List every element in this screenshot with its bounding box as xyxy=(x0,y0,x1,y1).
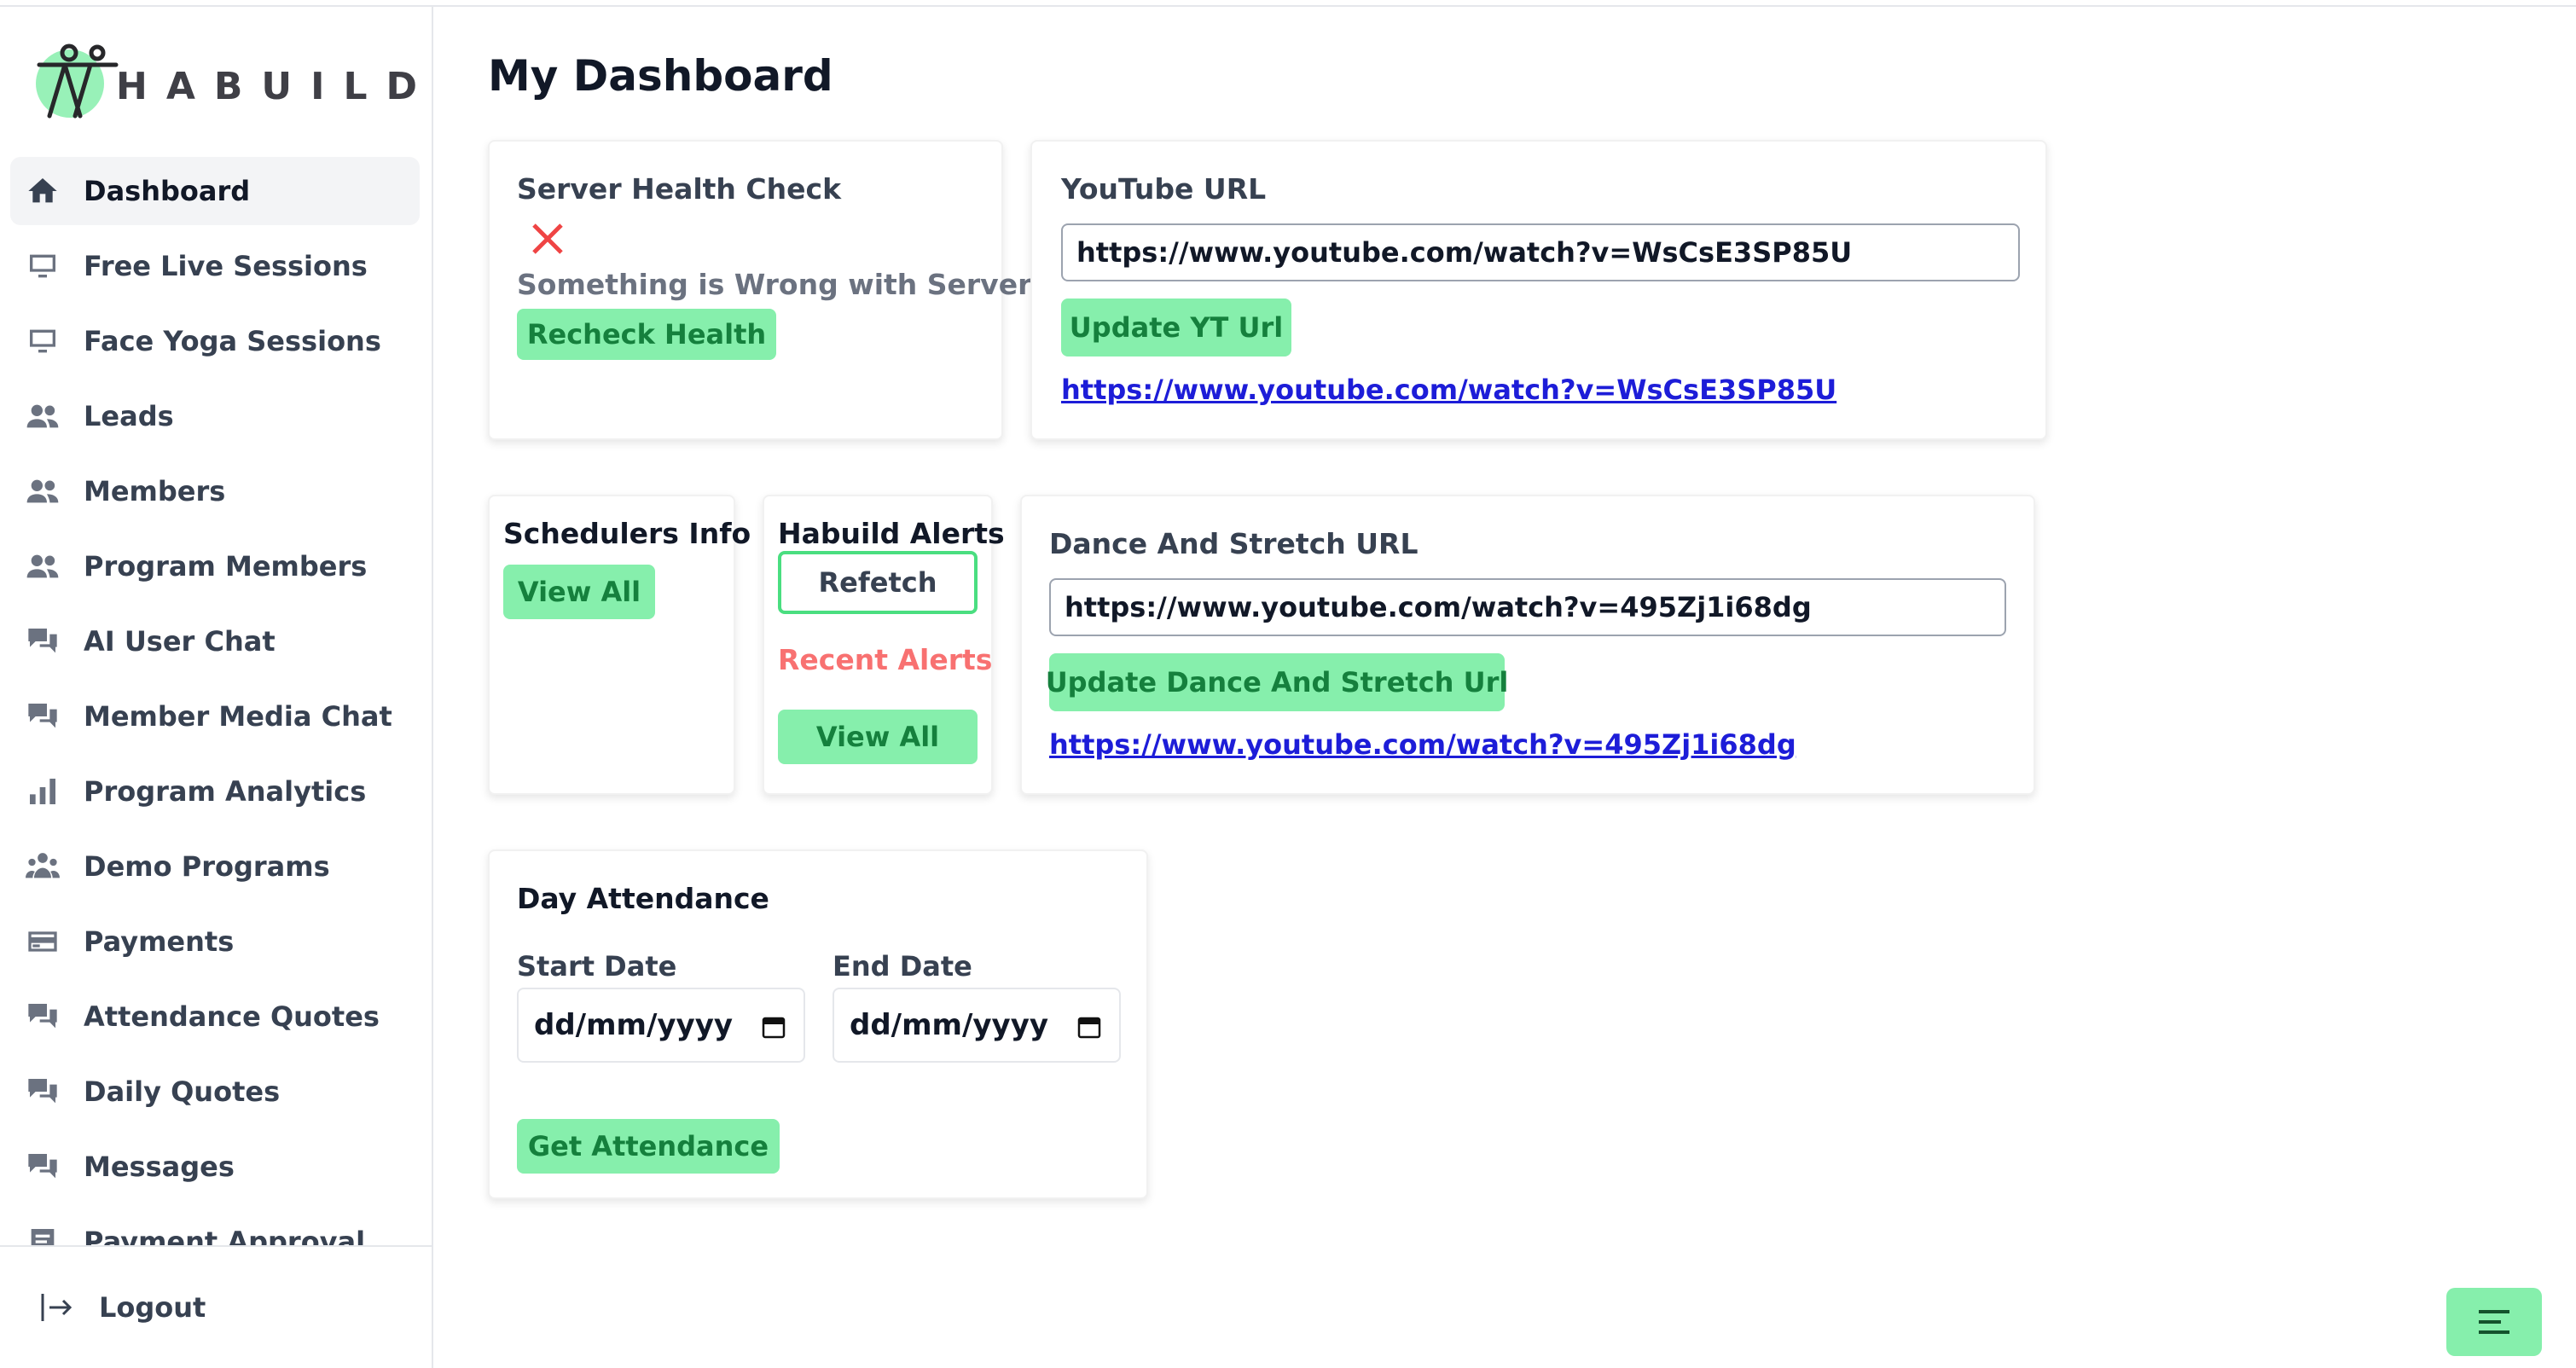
habuild-alerts-title: Habuild Alerts xyxy=(778,517,1005,550)
sidebar-item-face-yoga-sessions[interactable]: Face Yoga Sessions xyxy=(10,307,420,375)
sidebar-item-label: Free Live Sessions xyxy=(84,250,368,282)
youtube-url-input[interactable]: https://www.youtube.com/watch?v=WsCsE3SP… xyxy=(1061,223,2020,281)
sidebar-item-members[interactable]: Members xyxy=(10,457,420,525)
calendar-icon[interactable] xyxy=(761,1013,786,1039)
schedulers-view-all-button[interactable]: View All xyxy=(503,565,655,619)
sidebar-item-label: Demo Programs xyxy=(84,850,330,883)
refetch-alerts-button[interactable]: Refetch xyxy=(778,551,978,614)
sidebar: HABUILD Dashboard Free Live Sessions Fac… xyxy=(0,7,433,1368)
sidebar-item-attendance-quotes[interactable]: Attendance Quotes xyxy=(10,983,420,1051)
schedulers-info-card: Schedulers Info View All xyxy=(488,495,751,795)
sidebar-item-program-analytics[interactable]: Program Analytics xyxy=(10,757,420,826)
credit-card-icon xyxy=(26,925,60,959)
sidebar-item-member-media-chat[interactable]: Member Media Chat xyxy=(10,682,420,751)
logout-label: Logout xyxy=(99,1291,206,1324)
day-attendance-title: Day Attendance xyxy=(517,882,769,915)
home-icon xyxy=(26,174,60,208)
update-dance-stretch-url-button[interactable]: Update Dance And Stretch Url xyxy=(1046,653,1508,711)
sidebar-item-label: Messages xyxy=(84,1151,235,1183)
sidebar-item-label: Members xyxy=(84,475,226,507)
sidebar-item-label: Program Analytics xyxy=(84,775,367,808)
bar-chart-icon xyxy=(26,774,60,809)
end-date-placeholder: dd/mm/yyyy xyxy=(850,1008,1049,1042)
sidebar-item-label: Member Media Chat xyxy=(84,700,392,733)
sidebar-item-label: AI User Chat xyxy=(84,625,276,658)
get-attendance-button[interactable]: Get Attendance xyxy=(517,1119,780,1174)
page-title: My Dashboard xyxy=(488,51,833,101)
sidebar-nav: Dashboard Free Live Sessions Face Yoga S… xyxy=(10,157,420,1257)
users-icon xyxy=(26,549,60,583)
dance-stretch-url-link[interactable]: https://www.youtube.com/watch?v=495Zj1i6… xyxy=(1049,728,1796,761)
recent-alerts-label: Recent Alerts xyxy=(778,643,993,676)
sidebar-item-label: Program Members xyxy=(84,550,368,583)
server-error-message: Something is Wrong with Server! xyxy=(517,268,1045,301)
dance-stretch-url-title: Dance And Stretch URL xyxy=(1049,527,1419,560)
sidebar-item-payments[interactable]: Payments xyxy=(10,907,420,976)
server-health-card: Server Health Check Something is Wrong w… xyxy=(488,140,1044,440)
habuild-alerts-card: Habuild Alerts Refetch Recent Alerts Vie… xyxy=(763,495,1005,795)
chat-icon xyxy=(26,699,60,733)
sidebar-item-ai-user-chat[interactable]: AI User Chat xyxy=(10,607,420,675)
logout-button[interactable]: Logout xyxy=(0,1245,432,1368)
sidebar-item-free-live-sessions[interactable]: Free Live Sessions xyxy=(10,232,420,300)
end-date-input[interactable]: dd/mm/yyyy xyxy=(833,988,1121,1063)
start-date-placeholder: dd/mm/yyyy xyxy=(534,1008,734,1042)
sidebar-item-demo-programs[interactable]: Demo Programs xyxy=(10,832,420,901)
sidebar-item-daily-quotes[interactable]: Daily Quotes xyxy=(10,1058,420,1126)
chat-icon xyxy=(26,1000,60,1034)
sidebar-item-messages[interactable]: Messages xyxy=(10,1133,420,1201)
user-group-icon xyxy=(26,849,60,884)
sidebar-item-label: Payments xyxy=(84,925,235,958)
dance-stretch-url-input[interactable]: https://www.youtube.com/watch?v=495Zj1i6… xyxy=(1049,578,2006,636)
day-attendance-card: Day Attendance Start Date dd/mm/yyyy End… xyxy=(488,849,1148,1199)
app-root: HABUILD Dashboard Free Live Sessions Fac… xyxy=(0,0,2576,1368)
users-icon xyxy=(26,399,60,433)
server-health-title: Server Health Check xyxy=(517,172,842,206)
start-date-input[interactable]: dd/mm/yyyy xyxy=(517,988,805,1063)
users-icon xyxy=(26,474,60,508)
chat-icon xyxy=(26,624,60,658)
alerts-view-all-button[interactable]: View All xyxy=(778,710,978,764)
habuild-logo-icon xyxy=(37,43,119,119)
youtube-url-card: YouTube URL https://www.youtube.com/watc… xyxy=(1030,140,2047,440)
x-icon xyxy=(527,218,568,259)
sidebar-item-label: Leads xyxy=(84,400,174,432)
sidebar-item-label: Face Yoga Sessions xyxy=(84,325,381,357)
sidebar-item-program-members[interactable]: Program Members xyxy=(10,532,420,600)
update-yt-url-button[interactable]: Update YT Url xyxy=(1061,299,1291,356)
end-date-label: End Date xyxy=(833,950,972,983)
calendar-icon[interactable] xyxy=(1076,1013,1102,1039)
brand-logo[interactable]: HABUILD xyxy=(31,41,417,126)
dance-stretch-url-card: Dance And Stretch URL https://www.youtub… xyxy=(1020,495,2035,795)
floating-menu-button[interactable] xyxy=(2446,1288,2542,1356)
youtube-url-title: YouTube URL xyxy=(1061,172,1267,206)
sidebar-item-label: Daily Quotes xyxy=(84,1075,281,1108)
monitor-icon xyxy=(26,249,60,283)
start-date-label: Start Date xyxy=(517,950,677,983)
sidebar-item-label: Dashboard xyxy=(84,175,251,207)
recheck-health-button[interactable]: Recheck Health xyxy=(517,309,776,360)
chat-icon xyxy=(26,1150,60,1184)
sidebar-item-label: Attendance Quotes xyxy=(84,1000,380,1033)
monitor-icon xyxy=(26,324,60,358)
youtube-url-link[interactable]: https://www.youtube.com/watch?v=WsCsE3SP… xyxy=(1061,374,1836,406)
menu-lines-icon xyxy=(2479,1310,2509,1334)
schedulers-info-title: Schedulers Info xyxy=(503,517,751,550)
top-border xyxy=(0,0,2576,7)
logout-icon xyxy=(41,1294,73,1321)
sidebar-item-leads[interactable]: Leads xyxy=(10,382,420,450)
chat-icon xyxy=(26,1075,60,1109)
brand-name: HABUILD xyxy=(116,65,437,108)
sidebar-item-dashboard[interactable]: Dashboard xyxy=(10,157,420,225)
